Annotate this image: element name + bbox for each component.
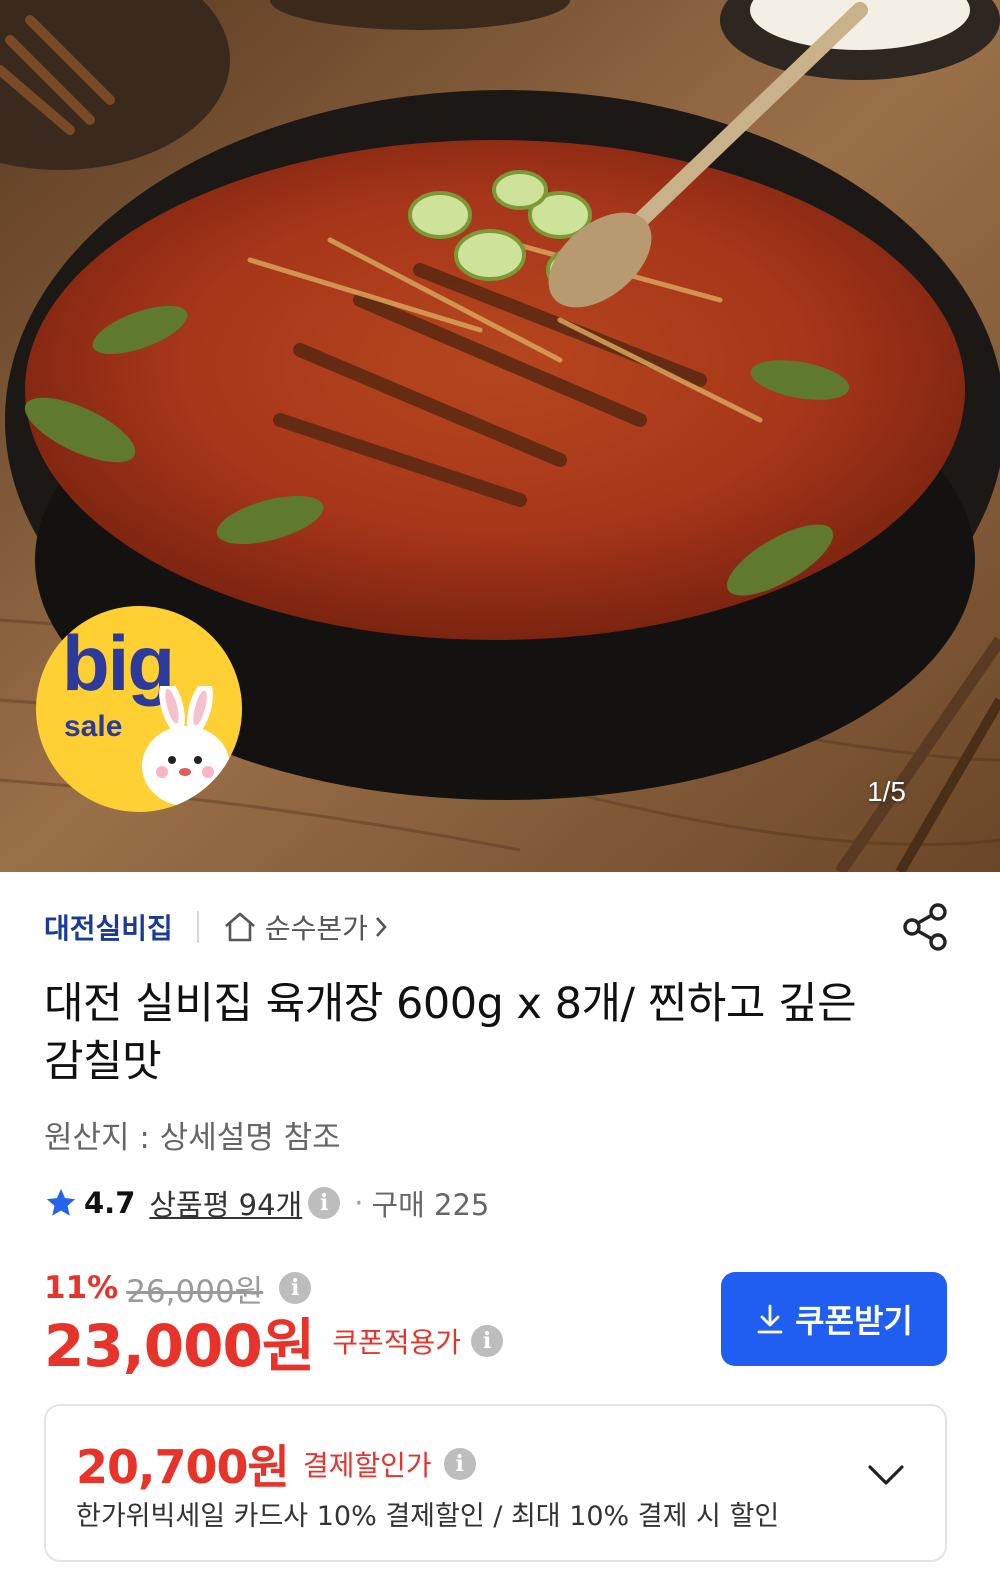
seller-row: 대전실비집 순수본가 xyxy=(44,905,398,949)
separator-dot: · xyxy=(354,1186,364,1220)
rating-row: 4.7 상품평 94개 i · 구매 225 xyxy=(44,1181,489,1225)
payment-discount-box[interactable]: 20,700원 결제할인가 i 한가위빅세일 카드사 10% 결제할인 / 최대… xyxy=(44,1404,947,1562)
download-icon xyxy=(757,1304,783,1334)
seller-name[interactable]: 대전실비집 xyxy=(44,907,173,947)
product-origin: 원산지 : 상세설명 참조 xyxy=(44,1120,341,1156)
info-icon[interactable]: i xyxy=(443,1448,476,1480)
chevron-right-icon xyxy=(375,917,387,937)
get-coupon-button[interactable]: 쿠폰받기 xyxy=(721,1272,947,1366)
price-main-row: 23,000원 쿠폰적용가 i xyxy=(44,1306,503,1380)
purchase-count: 구매 225 xyxy=(371,1188,490,1222)
share-icon[interactable] xyxy=(900,902,950,952)
store-link[interactable]: 순수본가 xyxy=(223,907,398,947)
rabbit-icon xyxy=(142,686,230,806)
payment-price: 20,700원 xyxy=(76,1440,290,1494)
payment-description: 한가위빅세일 카드사 10% 결제할인 / 최대 10% 결제 시 할인 xyxy=(76,1501,780,1532)
store-name: 순수본가 xyxy=(264,912,368,945)
product-title: 대전 실비집 육개장 600g x 8개/ 찐하고 깊은 감칠맛 xyxy=(44,979,857,1087)
star-icon xyxy=(46,1188,76,1216)
payment-price-label: 결제할인가 xyxy=(302,1449,432,1482)
product-image[interactable]: big sale 1/5 xyxy=(0,0,1000,872)
image-counter: 1/5 xyxy=(867,776,906,807)
coupon-price: 23,000원 xyxy=(44,1312,315,1380)
badge-sale-text: sale xyxy=(64,710,123,743)
info-icon[interactable]: i xyxy=(471,1325,503,1357)
home-icon xyxy=(224,912,255,942)
divider xyxy=(196,911,199,943)
big-sale-badge: big sale xyxy=(36,606,242,812)
review-count-link[interactable]: 상품평 94개 xyxy=(149,1182,302,1224)
rating-score: 4.7 xyxy=(84,1186,136,1220)
coupon-button-label: 쿠폰받기 xyxy=(795,1303,913,1339)
coupon-price-label: 쿠폰적용가 xyxy=(332,1326,461,1359)
payment-price-row: 20,700원 결제할인가 i xyxy=(76,1434,476,1494)
chevron-down-icon[interactable] xyxy=(866,1462,906,1488)
info-icon[interactable]: i xyxy=(308,1187,341,1219)
